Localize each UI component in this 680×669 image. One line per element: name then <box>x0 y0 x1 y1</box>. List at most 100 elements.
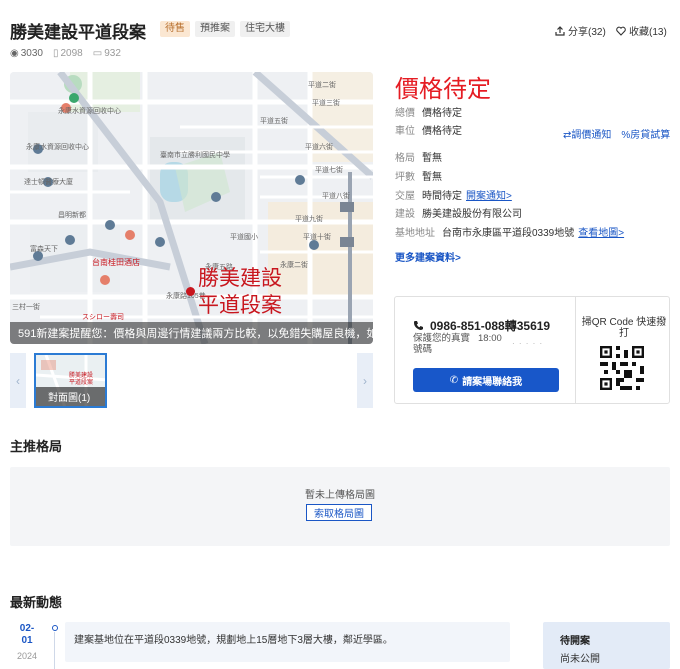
address-row: 基地地址 台南市永康區平道段0339地號 查看地圖> <box>395 228 624 240</box>
request-callback-button[interactable]: ✆ 請案場聯絡我 <box>413 368 559 392</box>
timeline-dot <box>52 625 58 631</box>
bookmark-icon: ▯ <box>52 48 59 59</box>
row-key: 總價 <box>395 108 415 119</box>
gallery-thumbnail[interactable]: 勝美建設 平道段案 對面圖(1) <box>34 353 107 408</box>
parking-price-row: 車位 價格待定 <box>395 126 462 138</box>
row-value: 台南市永康區平道段0339地號 <box>442 228 575 239</box>
view-map-link[interactable]: 查看地圖> <box>578 228 624 240</box>
map-pin <box>186 287 195 296</box>
floorplan-box: 暫未上傳格局圖 索取格局圖 <box>10 467 670 546</box>
handover-row: 交屋 時間待定 開案通知> <box>395 191 512 203</box>
phone-number: 0986-851-088轉35619 <box>413 317 550 334</box>
map-label: 平道六街 <box>305 144 333 151</box>
row-key: 基地地址 <box>395 228 435 239</box>
more-details-link[interactable]: 更多建案資料> <box>395 249 461 264</box>
loading-dots: · · · · · <box>512 339 544 348</box>
chevron-left-icon: ‹ <box>16 373 20 388</box>
sale-status-card: 待開案 尚未公開 <box>543 622 670 669</box>
map-label: 平道國小 <box>230 234 258 241</box>
favorite-label: 收藏(13) <box>629 27 667 38</box>
row-key: 交屋 <box>395 191 415 202</box>
map-label: 昌明新都 <box>58 212 86 219</box>
stats-bar: ◉ 3030 ▯ 2098 ▭ 932 <box>10 48 121 59</box>
map-label: 平道三街 <box>312 100 340 107</box>
contact-panel: 0986-851-088轉35619 保護您的真實 號碼 18:00 · · ·… <box>394 296 670 404</box>
map-label: スシロー壽司 <box>82 314 124 321</box>
layout-row: 格局 暫無 <box>395 153 442 165</box>
news-date: 02- 01 2024 <box>10 623 44 661</box>
map-label: 平道十街 <box>303 234 331 241</box>
news-section-title: 最新動態 <box>10 595 63 610</box>
map-label: 平道八街 <box>322 193 350 200</box>
thumbnail-label: 對面圖(1) <box>36 387 105 406</box>
sale-status-value: 尚未公開 <box>560 654 600 665</box>
qr-code[interactable] <box>600 346 644 390</box>
map-label: 平道二街 <box>308 82 336 89</box>
map-marker-line-1: 勝美建設 <box>198 266 282 290</box>
share-label: 分享(32) <box>568 27 606 38</box>
map-label: 永康水資源回收中心 <box>26 144 89 151</box>
views-count: 3030 <box>20 48 43 59</box>
sale-status-title: 待開案 <box>560 636 590 647</box>
phone-icon: ✆ <box>449 374 459 386</box>
news-item: 建案基地位在平道段0339地號，規劃地上15層地下3層大樓，鄰近學區。 <box>65 622 510 662</box>
map-marker-label: 勝美建設 平道段案 <box>198 265 282 319</box>
price-headline: 價格待定 <box>395 75 491 103</box>
area-row: 坪數 暫無 <box>395 172 442 184</box>
views-stat: ◉ 3030 <box>10 48 43 59</box>
news-date-month: 02- <box>19 623 35 634</box>
map-label: 平道五街 <box>260 118 288 125</box>
map-label: 臺南市立勝利國民中學 <box>160 152 230 159</box>
page-title: 勝美建設平道段案 <box>10 23 146 42</box>
price-alert-link[interactable]: ⇄調價通知 <box>563 126 611 141</box>
map-label: 台南桂田酒店 <box>92 258 140 267</box>
request-floorplan-button[interactable]: 索取格局圖 <box>306 504 372 521</box>
phone-icon <box>414 321 423 330</box>
eye-icon: ◉ <box>10 48 19 59</box>
favorite-button[interactable]: 收藏(13) <box>616 23 667 38</box>
heart-icon <box>616 26 626 36</box>
status-badge: 待售 <box>160 21 190 37</box>
map-label: 平道九街 <box>295 216 323 223</box>
comments-count: 932 <box>104 48 121 59</box>
service-hours: 18:00 <box>478 333 502 344</box>
mortgage-calc-link[interactable]: %房貸試算 <box>621 126 670 141</box>
row-key: 坪數 <box>395 172 415 183</box>
row-key: 建設 <box>395 209 415 220</box>
row-value: 暫無 <box>422 153 442 164</box>
news-date-year: 2024 <box>16 651 38 661</box>
comments-stat: ▭ 932 <box>93 48 121 59</box>
thumbnail-marker-label: 勝美建設 平道段案 <box>69 373 94 386</box>
gallery-prev-button[interactable]: ‹ <box>10 353 26 408</box>
row-key: 車位 <box>395 126 415 137</box>
price-tools: ⇄調價通知 %房貸試算 <box>563 126 670 141</box>
total-price-row: 總價 價格待定 <box>395 108 462 120</box>
row-value: 價格待定 <box>422 108 462 119</box>
map-label: 永康水資源回收中心 <box>58 108 121 115</box>
presale-badge: 預推案 <box>195 21 235 37</box>
request-callback-label: 請案場聯絡我 <box>462 376 523 388</box>
floorplan-empty-text: 暫未上傳格局圖 <box>305 490 375 501</box>
building-type-badge: 住宅大樓 <box>240 21 290 37</box>
map-marker-line-2: 平道段案 <box>198 293 282 317</box>
share-button[interactable]: 分享(32) <box>555 23 606 38</box>
contact-left: 0986-851-088轉35619 保護您的真實 號碼 18:00 · · ·… <box>395 297 576 403</box>
tag-list: 待售 預推案 住宅大樓 <box>160 21 290 37</box>
launch-notify-link[interactable]: 開案通知> <box>466 191 512 203</box>
privacy-line-2: 號碼 <box>413 344 433 355</box>
map-caption: 591新建案提醒您：價格與周邊行情建議兩方比較，以免錯失購屋良機，如有疑問請洽詢… <box>10 322 373 344</box>
chevron-right-icon: › <box>363 373 367 388</box>
location-map[interactable]: 永康水資源回收中心 永康水資源回收中心 臺南市立勝利國民中學 平道二街 平道三街… <box>10 72 373 344</box>
row-value: 勝美建設股份有限公司 <box>422 209 522 220</box>
percent-icon: % <box>621 130 631 141</box>
row-value: 暫無 <box>422 172 442 183</box>
gallery-next-button[interactable]: › <box>357 353 373 408</box>
map-label: 三村一街 <box>12 304 40 311</box>
timeline-line <box>54 632 55 669</box>
mortgage-calc-label: 房貸試算 <box>630 130 671 141</box>
row-key: 格局 <box>395 153 415 164</box>
share-icon <box>555 25 565 36</box>
map-label: 富森天下 <box>30 246 58 253</box>
price-alert-label: 調價通知 <box>571 130 612 141</box>
comment-icon: ▭ <box>92 48 103 59</box>
